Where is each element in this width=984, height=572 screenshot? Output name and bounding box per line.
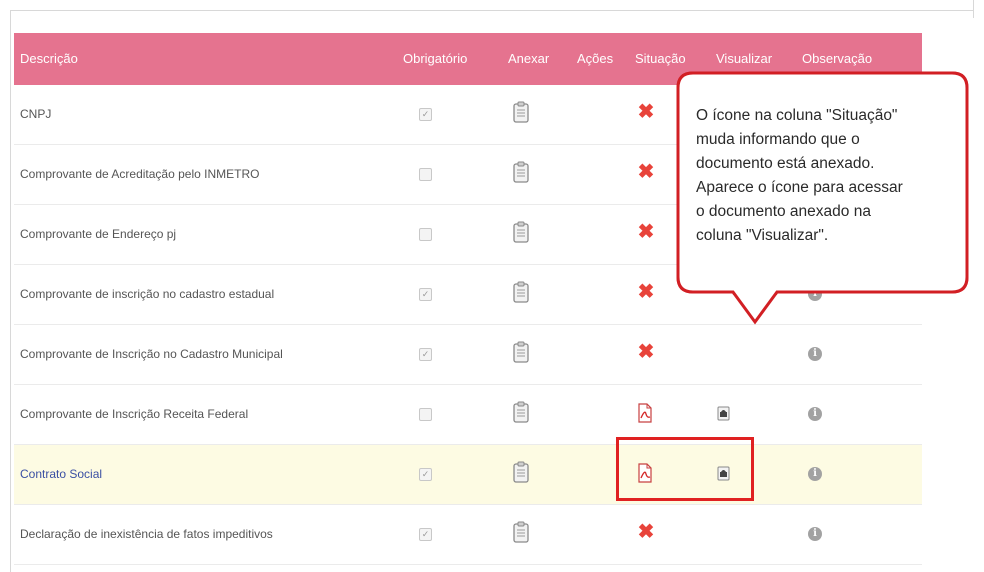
clipboard-icon[interactable]: [513, 161, 529, 183]
highlight-box: [616, 437, 754, 501]
header-anexar: Anexar: [508, 51, 550, 66]
row-description: Comprovante de Acreditação pelo INMETRO: [20, 167, 260, 181]
clipboard-icon[interactable]: [513, 461, 529, 483]
required-checkbox: ✓: [419, 468, 432, 481]
view-document-icon[interactable]: [717, 406, 730, 421]
row-description: Comprovante de Inscrição no Cadastro Mun…: [20, 347, 283, 361]
panel-border-right: [973, 0, 974, 18]
table-row: Comprovante de Inscrição Receita Federal…: [14, 385, 922, 445]
callout-line: o documento anexado na: [696, 203, 871, 220]
red-x-icon: ✖: [637, 341, 655, 363]
callout-line: Aparece o ícone para acessar: [696, 179, 903, 196]
header-acoes: Ações: [577, 51, 614, 66]
info-icon[interactable]: i: [808, 467, 822, 481]
callout-line: O ícone na coluna "Situação": [696, 107, 898, 124]
red-x-icon: ✖: [637, 281, 655, 303]
required-checkbox: ✓: [419, 528, 432, 541]
clipboard-icon[interactable]: [513, 281, 529, 303]
red-x-icon: ✖: [637, 161, 655, 183]
callout-line: muda informando que o: [696, 131, 860, 148]
row-description: CNPJ: [20, 107, 52, 121]
row-description: Comprovante de Endereço pj: [20, 227, 177, 241]
info-icon[interactable]: i: [808, 527, 822, 541]
red-x-icon: ✖: [637, 101, 655, 123]
header-obrigatorio: Obrigatório: [403, 51, 468, 66]
header-descricao: Descrição: [20, 51, 78, 66]
clipboard-icon[interactable]: [513, 221, 529, 243]
red-x-icon: ✖: [637, 521, 655, 543]
info-icon[interactable]: i: [808, 407, 822, 421]
required-checkbox: ✓: [419, 288, 432, 301]
required-checkbox: [419, 408, 432, 421]
clipboard-icon[interactable]: [513, 521, 529, 543]
red-x-icon: ✖: [637, 221, 655, 243]
row-description: Comprovante de Inscrição Receita Federal: [20, 407, 249, 421]
clipboard-icon[interactable]: [513, 101, 529, 123]
info-icon[interactable]: i: [808, 347, 822, 361]
row-description: Declaração de inexistência de fatos impe…: [20, 527, 273, 541]
row-description: Comprovante de inscrição no cadastro est…: [20, 287, 275, 301]
callout-line: documento está anexado.: [696, 155, 875, 172]
required-checkbox: [419, 168, 432, 181]
required-checkbox: ✓: [419, 108, 432, 121]
table-row: Comprovante de Inscrição no Cadastro Mun…: [14, 325, 922, 385]
callout-line: coluna "Visualizar".: [696, 227, 829, 244]
callout-text: O ícone na coluna "Situação" muda inform…: [696, 104, 956, 248]
pdf-icon: [637, 403, 653, 423]
panel-border-left: [10, 10, 11, 572]
table-row: Declaração de inexistência de fatos impe…: [14, 505, 922, 565]
clipboard-icon[interactable]: [513, 341, 529, 363]
required-checkbox: [419, 228, 432, 241]
table-row: Contrato Social ✓ i: [14, 445, 922, 505]
required-checkbox: ✓: [419, 348, 432, 361]
panel-border-top: [10, 10, 974, 11]
clipboard-icon[interactable]: [513, 401, 529, 423]
document-link[interactable]: Contrato Social: [20, 445, 102, 504]
